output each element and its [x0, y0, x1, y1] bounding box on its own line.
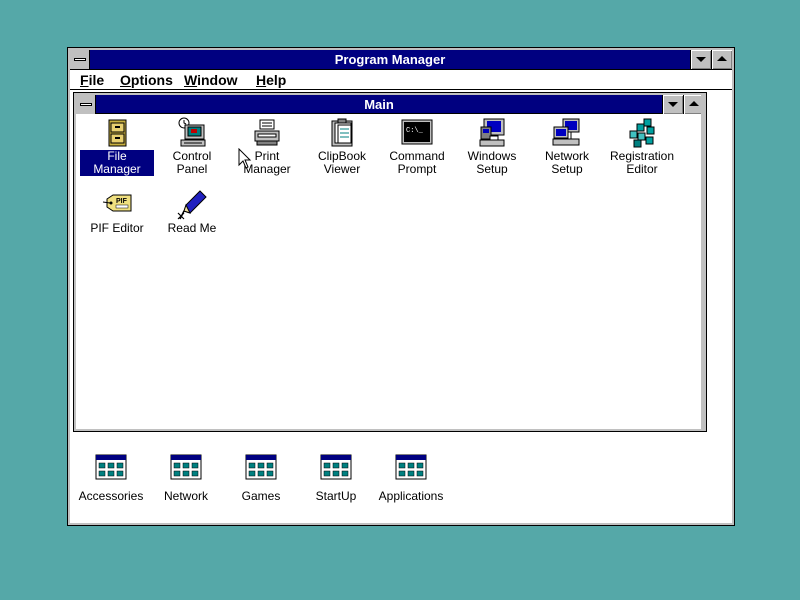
- windows-setup-icon: [479, 118, 505, 147]
- menu-bar: File Options Window Help: [70, 70, 732, 90]
- main-system-menu-icon: [80, 103, 92, 106]
- main-system-menu-button[interactable]: [76, 95, 96, 114]
- program-manager-titlebar[interactable]: Program Manager: [70, 50, 732, 70]
- minimize-button[interactable]: [690, 50, 711, 69]
- file-manager-label: File Manager: [80, 150, 154, 176]
- main-minimize-button[interactable]: [662, 95, 683, 114]
- program-manager-window[interactable]: Program Manager File Options Window Help…: [67, 47, 735, 526]
- command-prompt-label: Command Prompt: [389, 149, 445, 176]
- maximize-button[interactable]: [711, 50, 732, 69]
- file-manager-item[interactable]: File Manager: [80, 117, 154, 176]
- menu-help[interactable]: Help: [256, 72, 286, 88]
- program-group-icon: [245, 454, 277, 480]
- network-setup-item[interactable]: Network Setup: [530, 117, 604, 176]
- program-group-icon: [395, 454, 427, 480]
- main-titlebar[interactable]: Main: [76, 95, 704, 114]
- clipbook-viewer-item[interactable]: ClipBook Viewer: [305, 117, 379, 176]
- main-maximize-arrow-icon: [689, 101, 699, 106]
- minimize-arrow-icon: [696, 57, 706, 62]
- system-menu-button[interactable]: [70, 50, 90, 69]
- network-setup-label: Network Setup: [544, 149, 589, 176]
- printer-icon: [254, 119, 280, 146]
- command-prompt-icon: C:\_: [401, 119, 433, 145]
- clipbook-viewer-label: ClipBook Viewer: [317, 149, 367, 176]
- prompt-text: C:\_: [406, 127, 424, 135]
- main-minimize-arrow-icon: [668, 102, 678, 107]
- registration-editor-item[interactable]: Registration Editor: [605, 117, 679, 176]
- menu-window[interactable]: Window: [184, 72, 238, 88]
- registration-editor-label: Registration Editor: [609, 149, 675, 176]
- read-me-label: Read Me: [167, 221, 217, 235]
- group-network[interactable]: Network: [149, 454, 223, 503]
- clipbook-icon: [331, 118, 353, 147]
- control-panel-item[interactable]: Control Panel: [155, 117, 229, 176]
- program-group-icon: [320, 454, 352, 480]
- system-menu-icon: [74, 58, 86, 61]
- registration-editor-icon: [629, 118, 655, 148]
- group-startup-label: StartUp: [315, 489, 357, 503]
- group-applications-label: Applications: [378, 489, 444, 503]
- file-cabinet-icon: [108, 119, 127, 147]
- maximize-arrow-icon: [717, 56, 727, 61]
- pif-editor-label: PIF Editor: [90, 221, 144, 235]
- command-prompt-item[interactable]: C:\_ Command Prompt: [380, 117, 454, 176]
- group-network-label: Network: [163, 489, 208, 503]
- main-group-window[interactable]: Main File Manager Control Panel Print Ma…: [73, 92, 707, 432]
- control-panel-icon: [178, 117, 206, 147]
- network-setup-icon: [552, 118, 580, 146]
- read-me-item[interactable]: Read Me: [155, 189, 229, 235]
- pif-editor-item[interactable]: PIF PIF Editor: [80, 189, 154, 235]
- group-accessories[interactable]: Accessories: [74, 454, 148, 503]
- window-title: Program Manager: [334, 52, 446, 67]
- mouse-pointer-icon: [238, 148, 252, 169]
- group-games-label: Games: [241, 489, 281, 503]
- windows-setup-item[interactable]: Windows Setup: [455, 117, 529, 176]
- group-accessories-label: Accessories: [78, 489, 144, 503]
- program-group-icon: [95, 454, 127, 480]
- read-me-icon: [177, 190, 207, 220]
- menu-file[interactable]: File: [80, 72, 104, 88]
- group-games[interactable]: Games: [224, 454, 298, 503]
- main-window-frame-edge: [701, 95, 704, 429]
- program-group-icon: [170, 454, 202, 480]
- pif-editor-icon: PIF: [102, 194, 132, 212]
- group-startup[interactable]: StartUp: [299, 454, 373, 503]
- pif-badge-text: PIF: [116, 198, 128, 205]
- main-title: Main: [364, 97, 394, 112]
- windows-setup-label: Windows Setup: [467, 149, 517, 176]
- group-applications[interactable]: Applications: [374, 454, 448, 503]
- menu-options[interactable]: Options: [120, 72, 173, 88]
- control-panel-label: Control Panel: [172, 149, 212, 176]
